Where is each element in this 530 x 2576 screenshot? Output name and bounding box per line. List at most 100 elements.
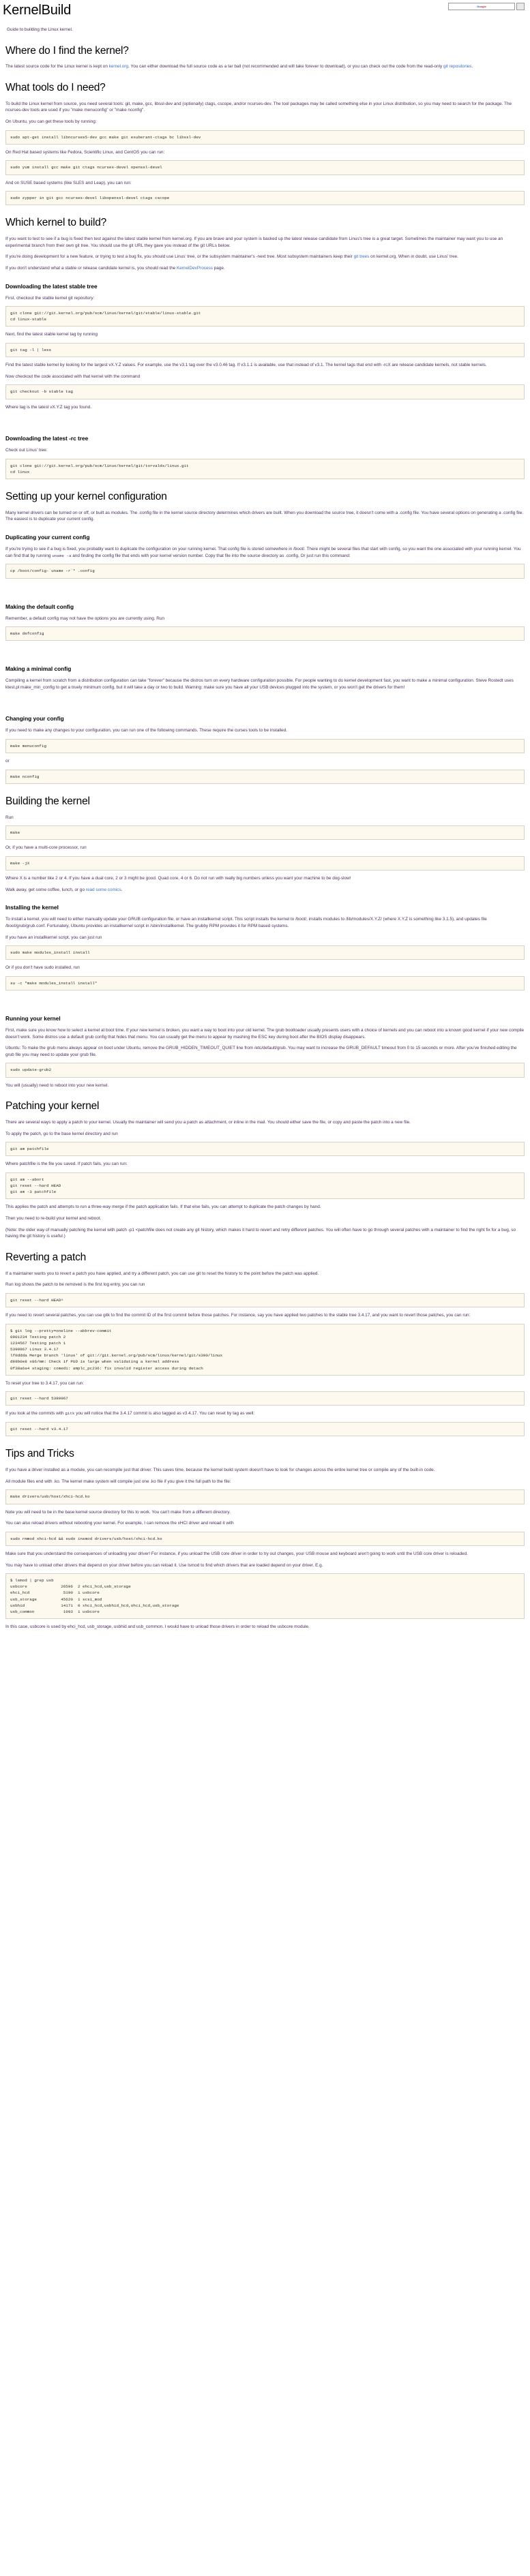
paragraph-patching-6: (Note: the older way of manually patchin… <box>5 1227 516 1239</box>
code-git-am-abort[interactable]: git am --abort git reset --hard HEAD git… <box>5 1172 525 1200</box>
paragraph-running-3: You will (usually) need to reboot into y… <box>5 1082 109 1088</box>
browser-widget: Go ogle <box>448 3 530 10</box>
text-b: on kernel.org. When in doubt, use Linus'… <box>369 254 458 260</box>
heading-patching-kernel: Patching your kernel <box>5 1100 100 1112</box>
paragraph-tips-3: Note you will need to be in the base ker… <box>5 1509 231 1515</box>
paragraph-running-2: Ubuntu: To make the grub menu always app… <box>5 1046 517 1057</box>
paragraph-tips-1: If you have a driver installed as a modu… <box>5 1468 435 1473</box>
paragraph-change-or: or <box>5 759 10 764</box>
code-git-reset-commit[interactable]: git reset --hard 5390967 <box>5 1391 525 1406</box>
inline-code-gitk: gitk <box>65 1411 75 1416</box>
heading-download-stable: Downloading the latest stable tree <box>5 282 98 290</box>
paragraph-minimal-1: Compiling a kernel from scratch from a d… <box>5 678 514 690</box>
code-lsmod-grep-usb[interactable]: $ lsmod | grep usb usbcore 26596 2 ehci_… <box>5 1573 525 1619</box>
paragraph-install-2: If you have an installkernel script, you… <box>5 935 102 940</box>
paragraph-install-3: Or if you don't have sudo installed, run <box>5 965 80 971</box>
paragraph-config-1: Many kernel drivers can be turned on or … <box>5 510 524 522</box>
paragraph-install-1: To install a kernel, you will need to ei… <box>5 917 487 928</box>
paragraph-patching-5: Then you need to re-build your kernel an… <box>5 1216 102 1222</box>
code-git-tag-list[interactable]: git tag -l | less <box>5 343 525 358</box>
code-update-grub2[interactable]: sudo update-grub2 <box>5 1063 525 1078</box>
code-make[interactable]: make <box>5 825 525 840</box>
heading-changing-config: Changing your config <box>5 715 64 723</box>
heading-minimal-config: Making a minimal config <box>5 665 72 673</box>
code-rmmod-insmod[interactable]: sudo rmmod xhci-hcd && sudo insmod drive… <box>5 1531 525 1546</box>
paragraph-patching-2: To apply the patch, go to the base kerne… <box>5 1131 118 1136</box>
link-kernel-org[interactable]: kernel.org <box>109 64 128 69</box>
text-b: page. <box>212 265 225 271</box>
code-cp-boot-config[interactable]: cp /boot/config-`uname -r`* .config <box>5 564 525 579</box>
link-git-repositories[interactable]: git repositories <box>443 64 472 69</box>
paragraph-tools-4: And on SUSE based systems (like SLES and… <box>5 180 132 185</box>
paragraph-tips-6: You may have to unload other drivers tha… <box>5 1562 323 1568</box>
paragraph-reverting-2: Run log shows the patch to be removed is… <box>5 1282 145 1288</box>
paragraph-tips-4: You can also reload drivers without rebo… <box>5 1521 234 1526</box>
heading-default-config: Making the default config <box>5 603 74 610</box>
paragraph-reverting-5: If you look at the commits with gitk you… <box>5 1410 525 1417</box>
code-git-clone-stable[interactable]: git clone git://git.kernel.org/pub/scm/l… <box>5 306 525 327</box>
heading-which-kernel: Which kernel to build? <box>5 217 107 229</box>
paragraph-reverting-1: If a maintainer wants you to revert a pa… <box>5 1271 319 1276</box>
text-a: If you're doing development for a new fe… <box>5 254 354 260</box>
code-git-reset-tag[interactable]: git reset --hard v3.4.17 <box>5 1422 525 1437</box>
paragraph-tools-3: On Red Hat based systems like Fedora, Sc… <box>5 149 165 155</box>
link-git-trees[interactable]: git trees <box>354 254 370 259</box>
paragraph-stable-2: Next, find the latest stable kernel tag … <box>5 332 98 337</box>
heading-building-kernel: Building the kernel <box>5 795 90 807</box>
logo-right-text: ogle <box>480 4 486 8</box>
code-git-am-patchfile[interactable]: git am patchfile <box>5 1142 525 1157</box>
code-make-menuconfig[interactable]: make menuconfig <box>5 739 525 754</box>
code-apt-get-install[interactable]: sudo apt-get install libncurses5-dev gcc… <box>5 130 525 145</box>
heading-download-rc: Downloading the latest -rc tree <box>5 435 89 442</box>
text-a: If you look at the commits with <box>5 1411 65 1416</box>
text-b: you will notice that the 3.4.17 commit i… <box>74 1411 255 1416</box>
paragraph-tips-5: Make sure that you understand the conseq… <box>5 1551 468 1556</box>
paragraph-change-1: If you need to make any changes to your … <box>5 728 288 733</box>
widget-button[interactable] <box>516 3 525 10</box>
code-git-clone-torvalds[interactable]: git clone git://git.kernel.org/pub/scm/l… <box>5 458 525 479</box>
heading-tips-and-tricks: Tips and Tricks <box>5 1448 74 1460</box>
code-make-nconfig[interactable]: make nconfig <box>5 769 525 784</box>
heading-installing-kernel: Installing the kernel <box>5 904 59 911</box>
heading-tools: What tools do I need? <box>5 82 106 94</box>
text-b: . <box>121 887 123 892</box>
inline-code-uname: uname -a <box>52 553 72 558</box>
paragraph-default-1: Remember, a default config may not have … <box>5 616 165 621</box>
code-make-jx[interactable]: make -jX <box>5 856 525 871</box>
google-logo: Go ogle <box>448 3 515 10</box>
paragraph-stable-4: Now checkout the code associated with th… <box>5 374 141 379</box>
paragraph-which-kernel-3: If you don't understand what a stable or… <box>5 265 525 272</box>
heading-kernel-config: Setting up your kernel configuration <box>5 490 167 502</box>
paragraph-running-1: First, make sure you know how to select … <box>5 1028 525 1040</box>
code-git-reset-head[interactable]: git reset --hard HEAD^ <box>5 1292 525 1308</box>
link-read-some-comics[interactable]: read some comics <box>86 888 121 892</box>
paragraph-stable-3: Find the latest stable kernel by looking… <box>5 363 487 368</box>
paragraph-building-3: Where X is a number like 2 or 4. If you … <box>5 876 351 881</box>
code-zypper-install[interactable]: sudo zypper in git gcc ncurses-devel lib… <box>5 191 525 206</box>
code-yum-install[interactable]: sudo yum install gcc make git ctags ncur… <box>5 160 525 175</box>
paragraph-reverting-3: If you need to revert several patches, y… <box>5 1313 471 1318</box>
paragraph-dup-1: If you're trying to see if a bug is fixe… <box>5 546 525 559</box>
code-git-checkout-stable[interactable]: git checkout -b stable tag <box>5 384 525 399</box>
wiki-page: Go ogle KernelBuild Guide to building the… <box>0 3 530 1645</box>
paragraph-reverting-4: To reset your tree to 3.4.17, you can ru… <box>5 1380 85 1386</box>
paragraph-building-1: Run <box>5 815 14 820</box>
text-a: The latest source code for the Linux ker… <box>5 64 109 70</box>
code-su-make-modules-install[interactable]: su -c "make modules_install install" <box>5 975 525 991</box>
code-make-defconfig[interactable]: make defconfig <box>5 626 525 641</box>
heading-reverting-patch: Reverting a patch <box>5 1251 87 1263</box>
heading-running-kernel: Running your kernel <box>5 1015 61 1022</box>
code-git-log-oneline[interactable]: $ git log --pretty=oneline --abbrev-comm… <box>5 1323 525 1376</box>
heading-duplicating-config: Duplicating your current config <box>5 534 90 541</box>
code-make-xhci-module[interactable]: make drivers/usb/host/xhci-hcd.ko <box>5 1489 525 1504</box>
paragraph-patching-1: There are several ways to apply a patch … <box>5 1120 411 1125</box>
paragraph-building-4: Walk away, get some coffee, lunch, or go… <box>5 887 525 894</box>
paragraph-rc-1: Check out Linus' tree: <box>5 448 48 453</box>
code-sudo-make-modules-install[interactable]: sudo make modules_install install <box>5 945 525 960</box>
paragraph-tools-2: On Ubuntu, you can get these tools by ru… <box>5 119 97 125</box>
link-kernel-dev-process[interactable]: KernelDevProcess <box>177 266 213 271</box>
